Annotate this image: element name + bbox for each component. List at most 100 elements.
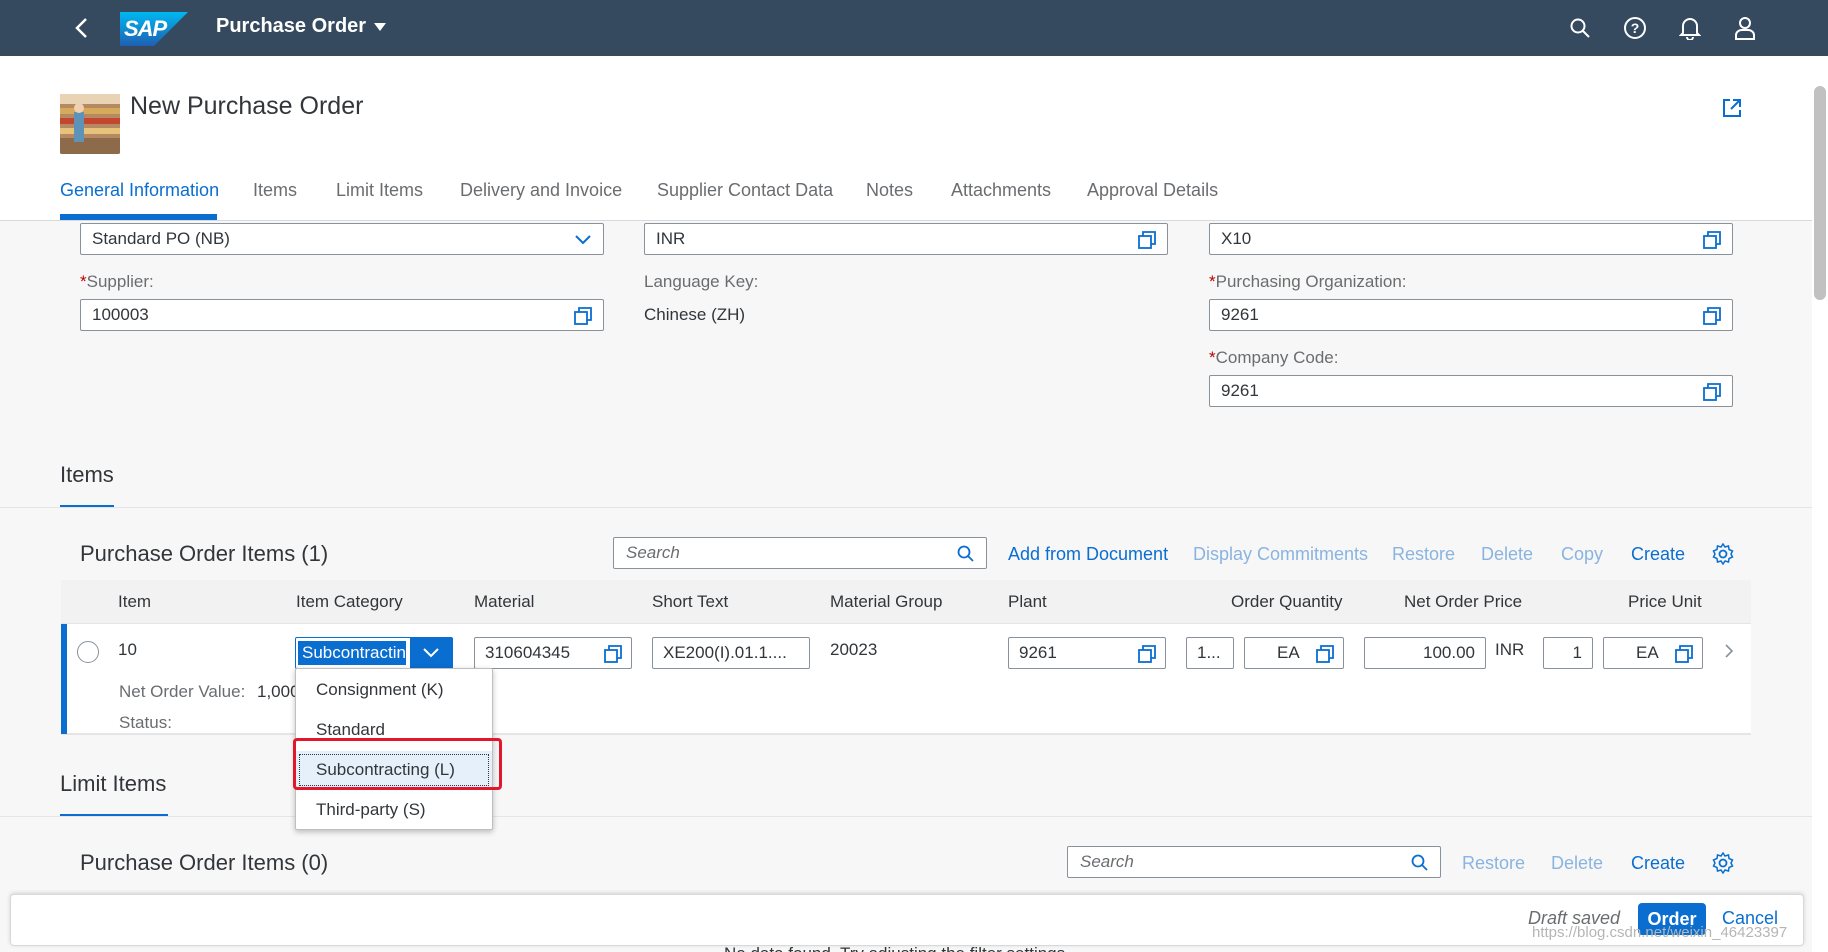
settings-gear-icon[interactable] (1709, 849, 1737, 877)
order-unit-field[interactable]: EA (1244, 637, 1344, 669)
delete-button[interactable]: Delete (1551, 853, 1603, 874)
net-order-value-label: Net Order Value: (119, 682, 246, 701)
purchasing-org-value: 9261 (1221, 305, 1259, 324)
help-icon[interactable]: ? (1615, 8, 1655, 48)
page-title: New Purchase Order (130, 92, 364, 120)
search-icon[interactable] (954, 542, 978, 566)
notification-bell-icon[interactable] (1670, 8, 1710, 48)
supplier-field[interactable]: 100003 (80, 299, 604, 331)
value-help-icon[interactable] (1700, 380, 1724, 404)
purchasing-org-label: *Purchasing Organization: (1209, 272, 1407, 291)
delete-button[interactable]: Delete (1481, 544, 1533, 565)
order-quantity-field[interactable]: 1... (1186, 637, 1234, 669)
section-divider (0, 816, 1812, 817)
add-from-document-button[interactable]: Add from Document (1008, 544, 1168, 565)
column-item-category[interactable]: Item Category (296, 592, 403, 612)
document-type-value: Standard PO (NB) (92, 229, 230, 248)
restore-button[interactable]: Restore (1462, 853, 1525, 874)
value-help-icon[interactable] (1700, 304, 1724, 328)
column-material[interactable]: Material (474, 592, 534, 612)
column-order-quantity[interactable]: Order Quantity (1231, 592, 1343, 612)
material-field[interactable]: 310604345 (474, 637, 632, 669)
limit-items-table-title: Purchase Order Items (0) (80, 850, 329, 875)
app-title: Purchase Order (216, 15, 367, 37)
company-code-field[interactable]: 9261 (1209, 375, 1733, 407)
display-commitments-button[interactable]: Display Commitments (1193, 544, 1368, 565)
search-icon[interactable] (1408, 851, 1432, 875)
copy-button[interactable]: Copy (1561, 544, 1603, 565)
column-item[interactable]: Item (118, 592, 151, 612)
restore-button[interactable]: Restore (1392, 544, 1455, 565)
company-code-value: 9261 (1221, 381, 1259, 400)
column-net-order-price[interactable]: Net Order Price (1404, 592, 1522, 612)
chevron-down-icon[interactable] (571, 228, 595, 252)
value-help-icon[interactable] (571, 304, 595, 328)
limit-items-search-input[interactable]: Search (1067, 846, 1441, 878)
row-navigation-chevron-icon[interactable] (1724, 643, 1740, 663)
purchasing-org-field[interactable]: 9261 (1209, 299, 1733, 331)
document-type-select[interactable]: Standard PO (NB) (80, 223, 604, 255)
watermark: https://blog.csdn.net/weixin_46423397 (1532, 924, 1788, 941)
option-consignment[interactable]: Consignment (K) (296, 671, 492, 709)
item-number: 10 (118, 640, 137, 659)
value-help-icon[interactable] (601, 642, 625, 666)
company-code-label: *Company Code: (1209, 348, 1339, 367)
items-section-title: Items (60, 462, 114, 487)
net-price-field[interactable]: 100.00 (1364, 637, 1486, 669)
value-help-icon[interactable] (1672, 642, 1696, 666)
header-divider (0, 220, 1812, 221)
column-price-unit[interactable]: Price Unit (1628, 592, 1702, 612)
limit-items-section-title: Limit Items (60, 771, 167, 796)
tab-notes[interactable]: Notes (866, 180, 913, 201)
scrollbar-thumb[interactable] (1814, 86, 1826, 300)
row-select-radio[interactable] (77, 641, 99, 663)
row-highlight-indicator (61, 624, 67, 734)
items-search-input[interactable]: Search (613, 537, 987, 569)
app-title-menu[interactable]: Purchase Order (216, 15, 387, 38)
settings-gear-icon[interactable] (1709, 540, 1737, 568)
short-text-field[interactable]: XE200(I).01.1.... (652, 637, 810, 669)
user-icon[interactable] (1725, 8, 1765, 48)
chevron-down-icon[interactable] (410, 638, 452, 668)
create-button[interactable]: Create (1631, 544, 1685, 565)
column-short-text[interactable]: Short Text (652, 592, 728, 612)
value-help-icon[interactable] (1135, 642, 1159, 666)
material-group-value: 20023 (830, 640, 878, 659)
tab-approval-details[interactable]: Approval Details (1087, 180, 1218, 201)
column-material-group[interactable]: Material Group (830, 592, 942, 612)
caret-down-icon (374, 22, 387, 31)
tab-delivery-and-invoice[interactable]: Delivery and Invoice (460, 180, 622, 201)
currency-value: INR (656, 229, 686, 248)
net-order-value: 1,000 (257, 682, 295, 701)
tab-items[interactable]: Items (253, 180, 297, 201)
value-help-icon[interactable] (1700, 228, 1724, 252)
purchasing-group-field[interactable]: X10 (1209, 223, 1733, 255)
tab-limit-items[interactable]: Limit Items (336, 180, 423, 201)
price-uom-field[interactable]: EA (1603, 637, 1703, 669)
currency-field[interactable]: INR (644, 223, 1168, 255)
search-icon[interactable] (1560, 8, 1600, 48)
supplier-value: 100003 (92, 305, 149, 324)
po-items-table-title: Purchase Order Items (1) (80, 541, 329, 566)
plant-field[interactable]: 9261 (1008, 637, 1166, 669)
item-category-select[interactable]: Subcontractin (295, 637, 453, 669)
price-unit-field[interactable]: 1 (1543, 637, 1593, 669)
logo-text: SAP (124, 16, 167, 41)
tab-supplier-contact-data[interactable]: Supplier Contact Data (657, 180, 833, 201)
create-button[interactable]: Create (1631, 853, 1685, 874)
column-plant[interactable]: Plant (1008, 592, 1047, 612)
avatar (60, 94, 120, 154)
svg-text:?: ? (1631, 20, 1640, 36)
value-help-icon[interactable] (1135, 228, 1159, 252)
option-third-party[interactable]: Third-party (S) (296, 791, 492, 829)
red-highlight-annotation (293, 738, 502, 790)
sap-logo[interactable]: SAP (120, 12, 188, 46)
back-icon[interactable] (62, 8, 102, 48)
value-help-icon[interactable] (1313, 642, 1337, 666)
tab-general-information[interactable]: General Information (60, 180, 219, 201)
status-label: Status: (119, 713, 172, 732)
item-category-value: Subcontractin (298, 641, 406, 665)
language-key-value: Chinese (ZH) (644, 305, 746, 324)
share-icon[interactable] (1712, 88, 1752, 128)
tab-attachments[interactable]: Attachments (951, 180, 1051, 201)
